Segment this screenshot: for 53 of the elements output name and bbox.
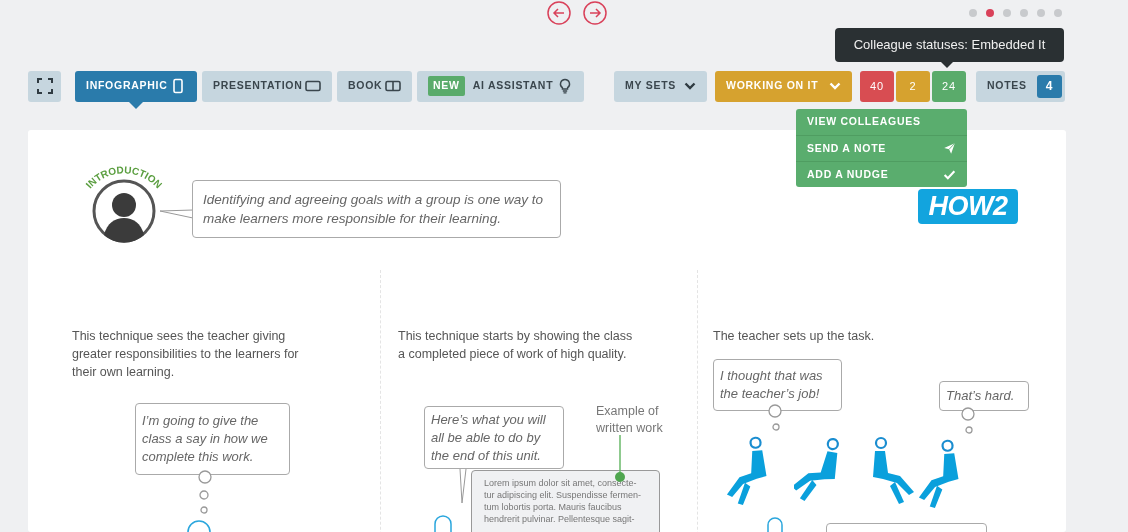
speech-bubble: I thought that was the teacher’s job! bbox=[713, 359, 842, 411]
paper-plane-icon bbox=[943, 142, 956, 155]
speech-bubble: Identifying and agreeing goals with a group is one way to make learners more responsible for their learning. bbox=[192, 180, 561, 238]
tooltip-pointer bbox=[941, 62, 953, 68]
thought-circle-icon bbox=[965, 426, 973, 434]
notes-count: 4 bbox=[1037, 74, 1062, 98]
tooltip: Colleague statuses: Embedded It bbox=[835, 28, 1064, 62]
description-text: This technique sees the teacher giving greater responsibilities to the learners for their own learning. bbox=[72, 328, 300, 381]
view-mode-tab[interactable]: PRESENTATION bbox=[202, 70, 332, 102]
logo: HOW2 bbox=[918, 189, 1018, 224]
menu-item[interactable]: SEND A NOTE bbox=[796, 135, 967, 161]
lightbulb-icon bbox=[557, 78, 573, 94]
previous-button[interactable] bbox=[547, 1, 571, 25]
new-badge: NEW bbox=[428, 76, 465, 96]
thought-circle-icon bbox=[199, 490, 209, 500]
count-badge[interactable]: 2 bbox=[896, 70, 930, 102]
checkmark-icon bbox=[943, 168, 956, 181]
head-outline-icon bbox=[432, 514, 454, 532]
chevron-down-icon bbox=[684, 82, 696, 90]
caption-text: Example of written work bbox=[596, 403, 664, 437]
count-badge[interactable]: 24 bbox=[932, 70, 966, 102]
description-text: The teacher sets up the task. bbox=[713, 328, 876, 345]
speech-bubble: That’s hard. bbox=[939, 381, 1029, 411]
view-mode-tab[interactable]: BOOK bbox=[337, 70, 412, 102]
speech-bubble: Here’s what you will all be able to do by the end of this unit. bbox=[424, 406, 564, 469]
notes-button[interactable]: NOTES 4 bbox=[976, 70, 1065, 102]
arrow-right-icon bbox=[583, 1, 607, 25]
book-icon bbox=[385, 78, 401, 94]
next-button[interactable] bbox=[583, 1, 607, 25]
thought-circle-icon bbox=[772, 423, 780, 431]
thought-circle-icon bbox=[768, 404, 782, 418]
tab-pointer bbox=[129, 101, 143, 109]
view-mode-tab[interactable]: NEW AI ASSISTANT bbox=[417, 70, 584, 102]
my-sets-dropdown[interactable]: MY SETS bbox=[614, 70, 707, 102]
menu-item[interactable]: VIEW COLLEAGUES bbox=[796, 109, 967, 135]
head-outline-icon bbox=[186, 518, 212, 532]
arrow-left-icon bbox=[547, 1, 571, 25]
chevron-down-icon bbox=[829, 82, 841, 90]
fullscreen-button[interactable] bbox=[28, 70, 61, 102]
head-outline-icon bbox=[765, 516, 785, 532]
portrait-icon bbox=[170, 78, 186, 94]
speech-bubble: I’m going to give the class a say in how we complete this work. bbox=[135, 403, 290, 475]
thought-circle-icon bbox=[961, 407, 975, 421]
thought-circle-icon bbox=[198, 470, 212, 484]
thought-circle-icon bbox=[200, 506, 208, 514]
landscape-icon bbox=[305, 78, 321, 94]
description-text: This technique starts by showing the class a completed piece of work of high quality. bbox=[398, 328, 634, 363]
count-badge[interactable]: 40 bbox=[860, 70, 894, 102]
example-document: Lorem ipsum dolor sit amet, consecte- tur adipiscing elit. Suspendisse fermen- tum lobortis porta. Mauris faucibus hendrerit pulvinar. Pellentesque sagit- bbox=[471, 470, 660, 532]
fullscreen-icon bbox=[36, 78, 53, 94]
menu-item[interactable]: ADD A NUDGE bbox=[796, 161, 967, 187]
status-dropdown[interactable]: WORKING ON IT bbox=[715, 70, 852, 102]
view-mode-tab[interactable]: INFOGRAPHIC bbox=[75, 70, 197, 102]
